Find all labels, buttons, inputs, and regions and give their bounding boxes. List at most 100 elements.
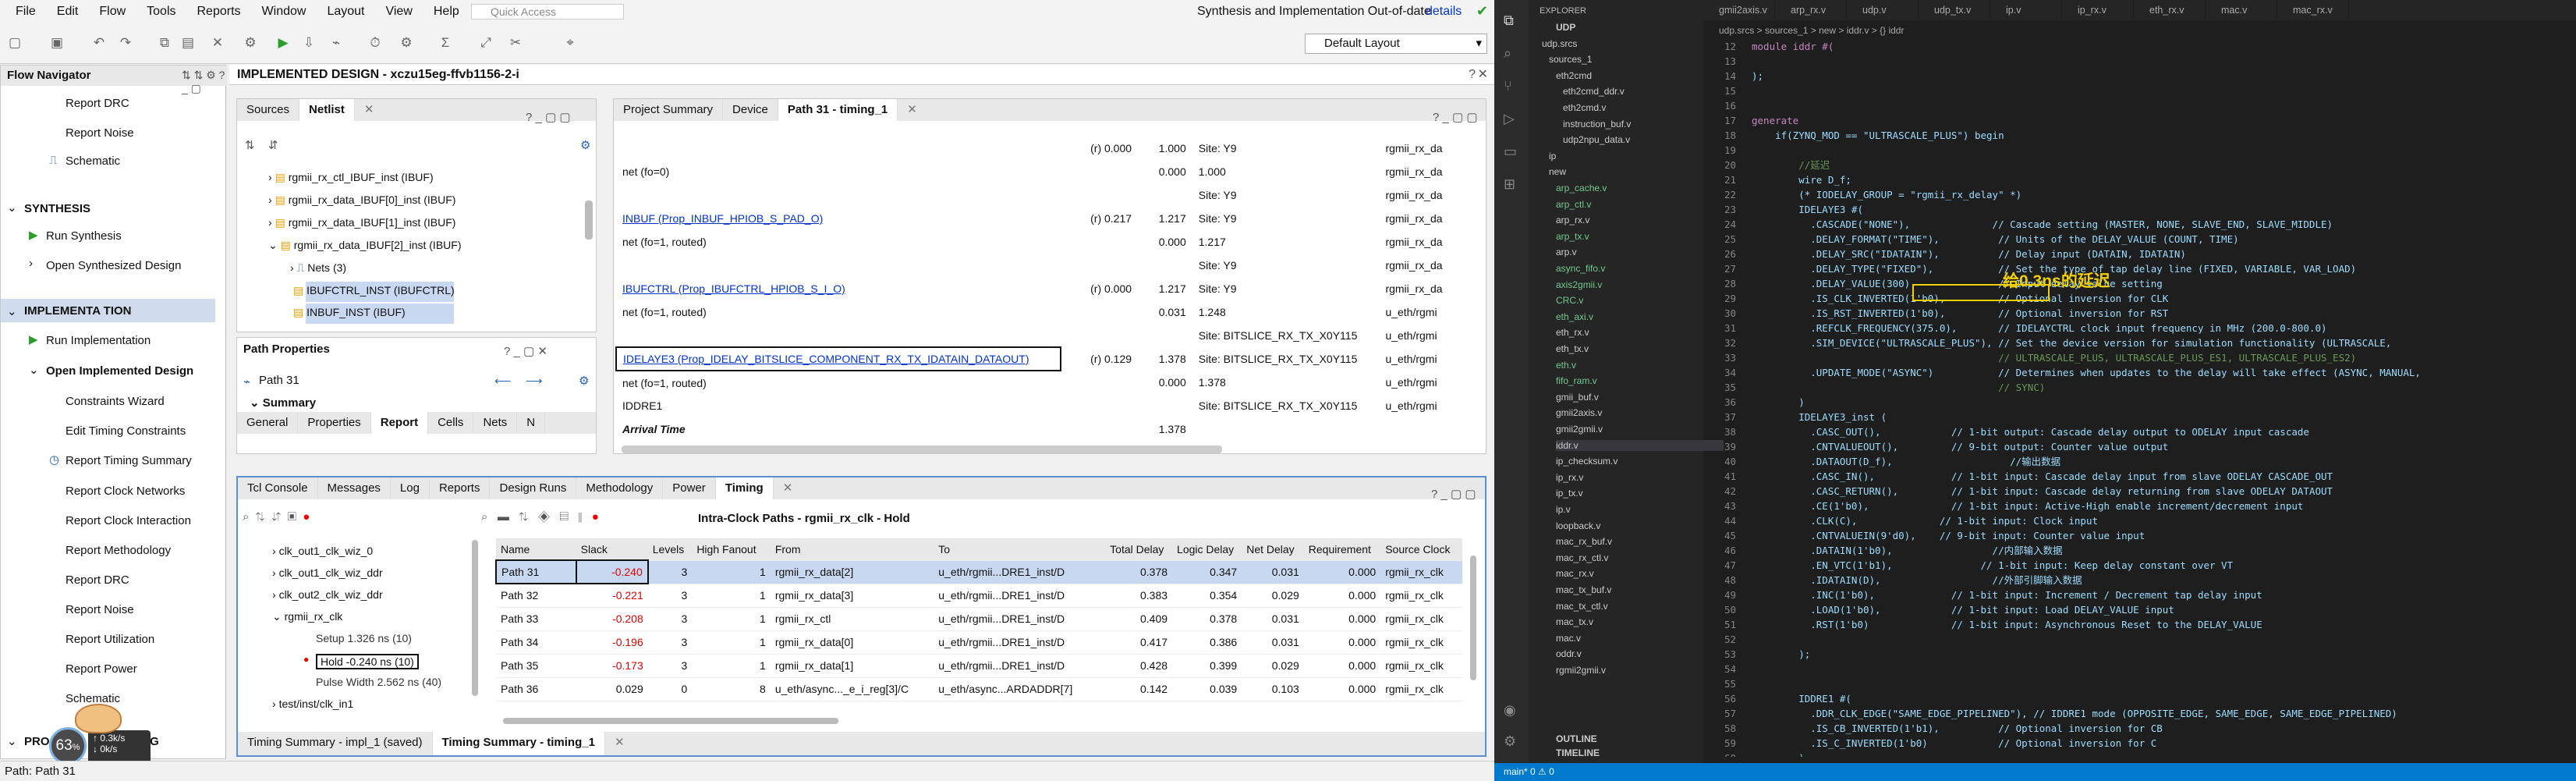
- tab-close-icon[interactable]: ✕: [774, 477, 803, 499]
- tab-power[interactable]: Power: [663, 477, 716, 499]
- scrollbar[interactable]: [472, 540, 478, 696]
- col-header[interactable]: To: [934, 538, 1106, 561]
- hscrollbar[interactable]: [622, 446, 1222, 453]
- tab-timing-summary-timing1[interactable]: Timing Summary - timing_1: [432, 732, 605, 755]
- path-row[interactable]: net (fo=1, routed) 0.000 1.378 u_eth/rgmi: [616, 371, 1472, 394]
- explorer-item[interactable]: ip: [1549, 151, 1556, 162]
- explorer-item[interactable]: iddr.v: [1556, 439, 1724, 451]
- path-row[interactable]: net (fo=0) 0.000 1.000 rgmii_rx_da: [616, 160, 1472, 183]
- explorer-item[interactable]: arp_ctl.v: [1556, 199, 1591, 210]
- explorer-item[interactable]: mac_tx_buf.v: [1556, 584, 1611, 595]
- nav-open-impl[interactable]: Open Implemented Design: [46, 364, 193, 378]
- menu-window[interactable]: Window: [262, 5, 306, 19]
- tab-tcl[interactable]: Tcl Console: [238, 477, 318, 499]
- col-header[interactable]: Total Delay: [1105, 538, 1173, 561]
- files-icon[interactable]: ⧉: [1504, 12, 1514, 29]
- path-row[interactable]: Site: Y9 rgmii_rx_da: [616, 183, 1472, 207]
- details-link[interactable]: details: [1426, 5, 1462, 19]
- chevron-down-icon[interactable]: ⌄: [29, 363, 39, 377]
- expand-icon[interactable]: ⇵: [271, 510, 281, 524]
- path-row[interactable]: net (fo=1, routed) 0.000 1.217 rgmii_rx_da: [616, 230, 1472, 254]
- chevron-down-icon[interactable]: ⌄: [7, 201, 17, 215]
- explorer-item[interactable]: eth.v: [1556, 360, 1576, 371]
- explorer-item[interactable]: ip.v: [1556, 504, 1571, 515]
- nav-open-synth[interactable]: Open Synthesized Design: [46, 259, 181, 272]
- delete-icon[interactable]: ✕: [209, 34, 226, 51]
- path-row[interactable]: Site: BITSLICE_RX_TX_X0Y115 u_eth/rgmi: [616, 324, 1472, 347]
- nav-report-timing[interactable]: Report Timing Summary: [66, 454, 192, 467]
- netlist-item-d2[interactable]: ⌄ ▤ rgmii_rx_data_IBUF[2]_inst (IBUF): [268, 239, 461, 252]
- explorer-item[interactable]: arp_tx.v: [1556, 231, 1589, 242]
- col-header[interactable]: Net Delay: [1242, 538, 1304, 561]
- chevron-down-icon[interactable]: ⌄: [7, 304, 17, 318]
- explorer-item[interactable]: sources_1: [1549, 54, 1592, 65]
- tree-pulse-width[interactable]: Pulse Width 2.562 ns (40): [316, 676, 441, 688]
- search-icon[interactable]: ⌕: [1504, 45, 1511, 62]
- explorer-item[interactable]: ip_tx.v: [1556, 488, 1583, 499]
- tab-close-icon[interactable]: ✕: [898, 99, 927, 121]
- explorer-item[interactable]: new: [1549, 166, 1566, 177]
- table-row[interactable]: Path 36 0.029 0 8 u_eth/async..._e_i_reg[3]/…: [496, 677, 1462, 701]
- table-row[interactable]: Path 35 -0.173 3 1 rgmii_rx_data[1] u_eth/rgm…: [496, 654, 1462, 678]
- col-header[interactable]: Logic Delay: [1172, 538, 1242, 561]
- explorer-item[interactable]: UDP: [1556, 22, 1575, 33]
- gear2-icon[interactable]: ⚙: [398, 34, 415, 51]
- tab-close-icon[interactable]: ✕: [355, 99, 384, 121]
- explorer-item[interactable]: oddr.v: [1556, 648, 1582, 659]
- explorer-item[interactable]: arp_rx.v: [1556, 215, 1589, 225]
- tab-messages[interactable]: Messages: [318, 477, 391, 499]
- debug-icon[interactable]: ▷: [1504, 111, 1515, 127]
- scrollbar[interactable]: [585, 201, 593, 240]
- close-icon[interactable]: ✕: [1478, 65, 1488, 85]
- nav-edit-timing[interactable]: Edit Timing Constraints: [66, 424, 186, 438]
- collapse-icon[interactable]: ⇅: [245, 138, 255, 152]
- path-row[interactable]: INBUF (Prop_INBUF_HPIOB_S_PAD_O) (r) 0.21…: [616, 207, 1472, 230]
- tab-cells[interactable]: Cells: [428, 412, 474, 434]
- nav-report-utilization[interactable]: Report Utilization: [66, 633, 154, 646]
- editor-tab[interactable]: mac.v: [2206, 0, 2277, 20]
- gear-icon[interactable]: ⚙: [579, 374, 589, 388]
- col-header[interactable]: Name: [496, 538, 576, 561]
- redo-icon[interactable]: ↷: [117, 34, 134, 51]
- netlist-item-d1[interactable]: › ▤ rgmii_rx_data_IBUF[1]_inst (IBUF): [268, 216, 455, 229]
- netlist-item-inbuf[interactable]: ▤ INBUF_INST (IBUF): [293, 306, 406, 319]
- layout-select[interactable]: Default Layout ▾: [1305, 34, 1487, 54]
- col-header[interactable]: From: [770, 538, 934, 561]
- tab-general[interactable]: General: [237, 412, 299, 434]
- back-icon[interactable]: ⟵: [494, 374, 512, 388]
- stop-icon[interactable]: ●: [592, 510, 599, 524]
- path-row[interactable]: (r) 0.000 1.000 Site: Y9 rgmii_rx_da: [616, 137, 1472, 160]
- table-row[interactable]: Path 31 -0.240 3 1 rgmii_rx_data[2] u_eth/rgm…: [495, 559, 1462, 584]
- remote-icon[interactable]: ▭: [1504, 144, 1517, 160]
- minus-icon[interactable]: ▬: [498, 510, 509, 524]
- nav-report-drc-2[interactable]: Report DRC: [66, 573, 129, 587]
- search-icon[interactable]: ⌕: [481, 510, 487, 524]
- source-control-icon[interactable]: ⑂: [1504, 78, 1512, 94]
- filter-icon[interactable]: ▤: [560, 510, 569, 524]
- explorer-item[interactable]: OUTLINE: [1556, 733, 1597, 744]
- explorer-item[interactable]: mac_rx_buf.v: [1556, 536, 1612, 547]
- nav-report-drc-1[interactable]: Report DRC: [66, 97, 129, 110]
- tab-device[interactable]: Device: [723, 99, 778, 121]
- program-icon[interactable]: ⌁: [328, 34, 345, 51]
- save-icon[interactable]: ▣: [287, 510, 296, 524]
- bars-icon[interactable]: ∥: [578, 510, 582, 524]
- explorer-item[interactable]: fifo_ram.v: [1556, 375, 1597, 386]
- explorer-item[interactable]: udp2npu_data.v: [1563, 134, 1630, 145]
- explorer-item[interactable]: mac_tx.v: [1556, 616, 1593, 627]
- editor-tab[interactable]: ip.v: [1990, 0, 2062, 20]
- tab-netlist[interactable]: Netlist: [299, 99, 355, 121]
- tab-sources[interactable]: Sources: [237, 99, 300, 121]
- expand-icon[interactable]: ⇅: [519, 510, 528, 524]
- new-icon[interactable]: ▢: [6, 34, 23, 51]
- flow-nav-controls-icon[interactable]: ⇅ ⇅ ⚙ ? _ ▢: [182, 69, 225, 95]
- tree-rgmii-rx-clk[interactable]: ⌄ rgmii_rx_clk: [272, 610, 342, 623]
- tab-timing[interactable]: Timing: [715, 477, 774, 499]
- explorer-item[interactable]: mac.v: [1556, 633, 1581, 644]
- explorer-item[interactable]: gmii2axis.v: [1556, 407, 1602, 418]
- collapse-icon[interactable]: ⇅: [256, 510, 265, 524]
- nav-schematic-1[interactable]: Schematic: [66, 154, 120, 168]
- cpu-widget[interactable]: 63%: [49, 727, 87, 765]
- nav-constraints-wizard[interactable]: Constraints Wizard: [66, 395, 165, 408]
- explorer-item[interactable]: TIMELINE: [1556, 747, 1600, 758]
